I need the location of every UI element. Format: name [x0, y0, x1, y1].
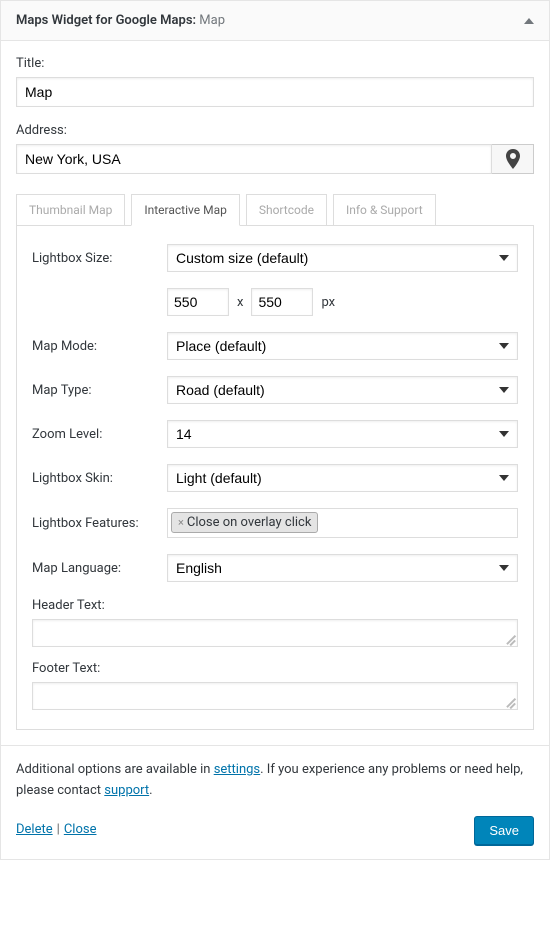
row-lightbox-size: Lightbox Size: Custom size (default)	[32, 244, 518, 272]
widget-body: Title: Address: Thumbnail Map Interactiv…	[1, 41, 549, 745]
address-label: Address:	[16, 123, 534, 138]
map-pin-button[interactable]	[492, 144, 534, 174]
tab-thumbnail-map[interactable]: Thumbnail Map	[16, 194, 125, 226]
tab-shortcode[interactable]: Shortcode	[246, 194, 327, 226]
row-map-type: Map Type: Road (default)	[32, 376, 518, 404]
action-separator: |	[57, 822, 60, 837]
title-label: Title:	[16, 56, 534, 71]
zoom-label: Zoom Level:	[32, 427, 167, 442]
feature-tag: × Close on overlay click	[171, 512, 318, 533]
map-pin-icon	[505, 149, 521, 169]
settings-link[interactable]: settings	[214, 762, 260, 777]
widget-title-suffix: Map	[196, 13, 225, 28]
tab-info-support[interactable]: Info & Support	[333, 194, 436, 226]
map-language-select[interactable]: English	[167, 554, 518, 582]
collapse-toggle-icon[interactable]	[524, 18, 534, 24]
lightbox-size-label: Lightbox Size:	[32, 251, 167, 266]
footer-text-label: Footer Text:	[32, 661, 518, 676]
tab-interactive-map[interactable]: Interactive Map	[131, 194, 239, 226]
delete-link[interactable]: Delete	[16, 822, 53, 837]
map-type-select[interactable]: Road (default)	[167, 376, 518, 404]
row-size-inputs: x px	[32, 288, 518, 316]
size-unit-label: px	[321, 295, 335, 310]
header-text-field: Header Text:	[32, 598, 518, 647]
widget-title: Maps Widget for Google Maps: Map	[16, 13, 225, 28]
lightbox-features-tagbox[interactable]: × Close on overlay click	[167, 508, 518, 538]
footer-help-text: Additional options are available in sett…	[16, 760, 534, 802]
tag-remove-icon[interactable]: ×	[178, 516, 184, 529]
feature-tag-label: Close on overlay click	[187, 515, 312, 530]
row-map-language: Map Language: English	[32, 554, 518, 582]
map-mode-select[interactable]: Place (default)	[167, 332, 518, 360]
lightbox-skin-label: Lightbox Skin:	[32, 471, 167, 486]
map-mode-label: Map Mode:	[32, 339, 167, 354]
size-height-input[interactable]	[251, 288, 313, 316]
widget-footer: Additional options are available in sett…	[1, 745, 549, 859]
resize-handle-icon[interactable]	[503, 632, 515, 644]
link-actions: Delete | Close	[16, 820, 96, 841]
size-x-separator: x	[237, 295, 243, 310]
header-text-label: Header Text:	[32, 598, 518, 613]
tab-panel-interactive: Lightbox Size: Custom size (default) x p…	[16, 225, 534, 730]
save-button[interactable]: Save	[474, 816, 534, 845]
lightbox-skin-select[interactable]: Light (default)	[167, 464, 518, 492]
row-zoom: Zoom Level: 14	[32, 420, 518, 448]
row-map-mode: Map Mode: Place (default)	[32, 332, 518, 360]
size-width-input[interactable]	[167, 288, 229, 316]
widget-title-prefix: Maps Widget for Google Maps:	[16, 13, 196, 28]
address-field: Address:	[16, 123, 534, 174]
footer-text-input[interactable]	[32, 682, 518, 710]
tabs: Thumbnail Map Interactive Map Shortcode …	[16, 194, 534, 226]
support-link[interactable]: support	[104, 783, 149, 798]
map-language-label: Map Language:	[32, 561, 167, 576]
zoom-select[interactable]: 14	[167, 420, 518, 448]
lightbox-size-select[interactable]: Custom size (default)	[167, 244, 518, 272]
address-input[interactable]	[16, 144, 492, 174]
widget-header[interactable]: Maps Widget for Google Maps: Map	[1, 1, 549, 41]
title-input[interactable]	[16, 77, 534, 107]
footer-text-field: Footer Text:	[32, 661, 518, 710]
row-lightbox-skin: Lightbox Skin: Light (default)	[32, 464, 518, 492]
map-type-label: Map Type:	[32, 383, 167, 398]
footer-actions: Delete | Close Save	[16, 816, 534, 845]
resize-handle-icon[interactable]	[503, 695, 515, 707]
header-text-input[interactable]	[32, 619, 518, 647]
close-link[interactable]: Close	[64, 822, 97, 837]
title-field: Title:	[16, 56, 534, 107]
lightbox-features-label: Lightbox Features:	[32, 516, 167, 531]
row-lightbox-features: Lightbox Features: × Close on overlay cl…	[32, 508, 518, 538]
widget-container: Maps Widget for Google Maps: Map Title: …	[0, 0, 550, 860]
